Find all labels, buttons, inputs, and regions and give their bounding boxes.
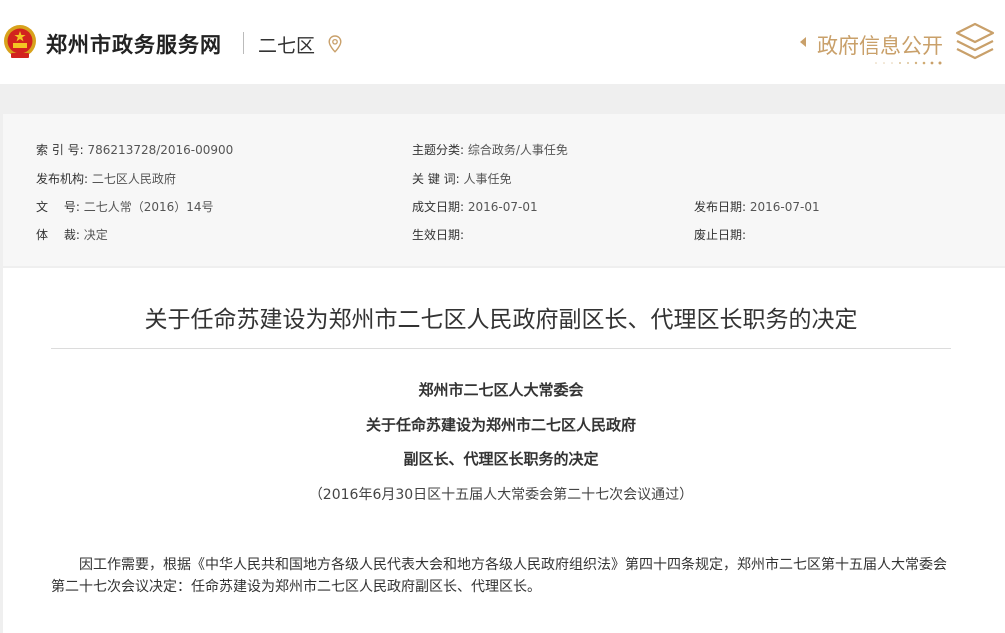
meta-doc-number: 文 号: 二七人常（2016）14号 [36,198,214,215]
meta-publisher: 发布机构: 二七区人民政府 [36,170,176,187]
meta-label: 主题分类: [412,143,465,157]
meta-value: 2016-07-01 [467,200,538,214]
site-name[interactable]: 郑州市政务服务网 [46,29,222,59]
meta-created-date: 成文日期: 2016-07-01 [412,198,538,215]
district-name[interactable]: 二七区 [258,31,315,58]
meta-label: 索 引 号: [36,143,84,157]
meta-value: 人事任免 [463,172,512,186]
meta-label: 文 号: [36,200,80,214]
meta-keywords: 关 键 词: 人事任免 [412,170,512,187]
meta-label: 关 键 词: [412,172,460,186]
meta-genre: 体 裁: 决定 [36,226,108,243]
article-content: 关于任命苏建设为郑州市二七区人民政府副区长、代理区长职务的决定 郑州市二七区人大… [3,268,1005,633]
meta-value: 二七区人民政府 [91,172,176,186]
title-divider [51,348,951,349]
approval-note: （2016年6月30日区十五届人大常委会第二十七次会议通过） [308,487,694,503]
meta-label: 生效日期: [412,228,465,242]
meta-value: 786213728/2016-00900 [87,143,234,157]
location-pin-icon[interactable] [328,35,342,53]
heading-line-2: 副区长、代理区长职务的决定 [403,450,599,468]
decorative-dots [875,61,942,65]
meta-value: 二七人常（2016）14号 [83,200,214,214]
meta-published-date: 发布日期: 2016-07-01 [694,198,820,215]
layers-icon[interactable] [955,22,995,62]
heading-line-1: 关于任命苏建设为郑州市二七区人民政府 [365,416,636,434]
meta-label: 成文日期: [412,200,465,214]
meta-theme: 主题分类: 综合政务/人事任免 [412,141,568,158]
meta-index: 索 引 号: 786213728/2016-00900 [36,141,233,158]
national-emblem-icon[interactable] [3,24,37,60]
meta-expiry-date: 废止日期: [694,226,746,243]
meta-label: 发布日期: [694,200,747,214]
issuer-line: 郑州市二七区人大常委会 [418,381,584,399]
meta-label: 废止日期: [694,228,747,242]
gov-info-title[interactable]: 政府信息公开 [817,30,943,60]
site-header: 郑州市政务服务网 二七区 政府信息公开 [0,0,1005,84]
meta-value: 2016-07-01 [749,200,820,214]
meta-effective-date: 生效日期: [412,226,464,243]
meta-label: 体 裁: [36,228,80,242]
header-divider [243,32,244,54]
meta-value: 综合政务/人事任免 [467,143,568,157]
body-paragraph: 因工作需要，根据《中华人民共和国地方各级人民代表大会和地方各级人民政府组织法》第… [51,557,947,595]
meta-value: 决定 [83,228,108,242]
document-metadata-panel: 索 引 号: 786213728/2016-00900 主题分类: 综合政务/人… [3,114,1005,266]
meta-label: 发布机构: [36,172,89,186]
page-title: 关于任命苏建设为郑州市二七区人民政府副区长、代理区长职务的决定 [144,307,858,333]
caret-left-icon[interactable] [799,36,807,48]
